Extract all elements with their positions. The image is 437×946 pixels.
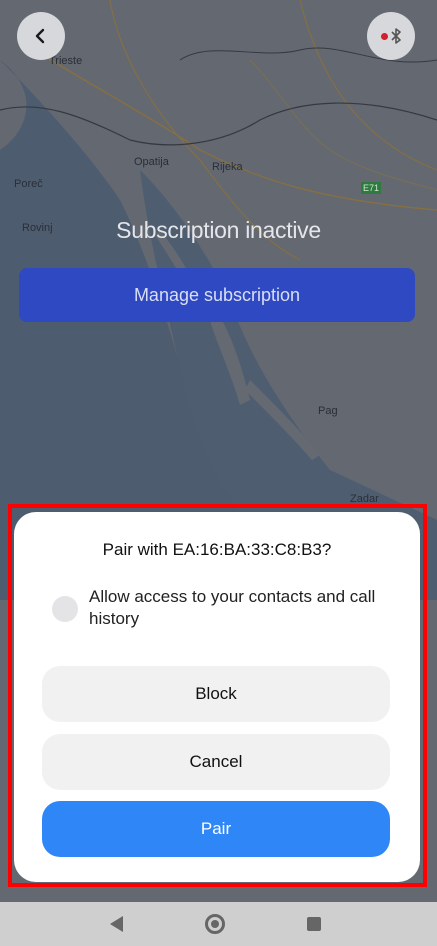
chevron-left-icon — [35, 28, 45, 44]
pairing-dialog: Pair with EA:16:BA:33:C8:B3? Allow acces… — [14, 512, 420, 882]
manage-subscription-button[interactable]: Manage subscription — [19, 268, 415, 322]
subscription-status-text: Subscription inactive — [116, 217, 321, 243]
cancel-button[interactable]: Cancel — [42, 734, 390, 790]
map-label-pag: Pag — [318, 405, 338, 417]
bluetooth-status-button[interactable] — [367, 12, 415, 60]
map-label-trieste: Trieste — [49, 55, 83, 67]
map-label-porec: Poreč — [14, 178, 43, 190]
nav-home-dot — [211, 920, 219, 928]
map-label-opatija: Opatija — [134, 156, 169, 168]
contacts-access-label: Allow access to your contacts and call h… — [89, 587, 376, 628]
nav-back-icon[interactable] — [110, 916, 123, 932]
road-badge-e71: E71 — [361, 182, 381, 194]
back-button[interactable] — [17, 12, 65, 60]
block-button[interactable]: Block — [42, 666, 390, 722]
map-label-rijeka: Rijeka — [212, 161, 243, 173]
system-nav-bar — [0, 902, 437, 946]
nav-home-icon[interactable] — [205, 914, 225, 934]
bluetooth-icon — [390, 28, 401, 44]
dialog-title: Pair with EA:16:BA:33:C8:B3? — [102, 540, 332, 559]
nav-recents-icon[interactable] — [307, 917, 321, 931]
connection-status-dot — [380, 32, 388, 40]
pair-button[interactable]: Pair — [42, 801, 390, 857]
contacts-access-checkbox[interactable] — [52, 596, 78, 622]
